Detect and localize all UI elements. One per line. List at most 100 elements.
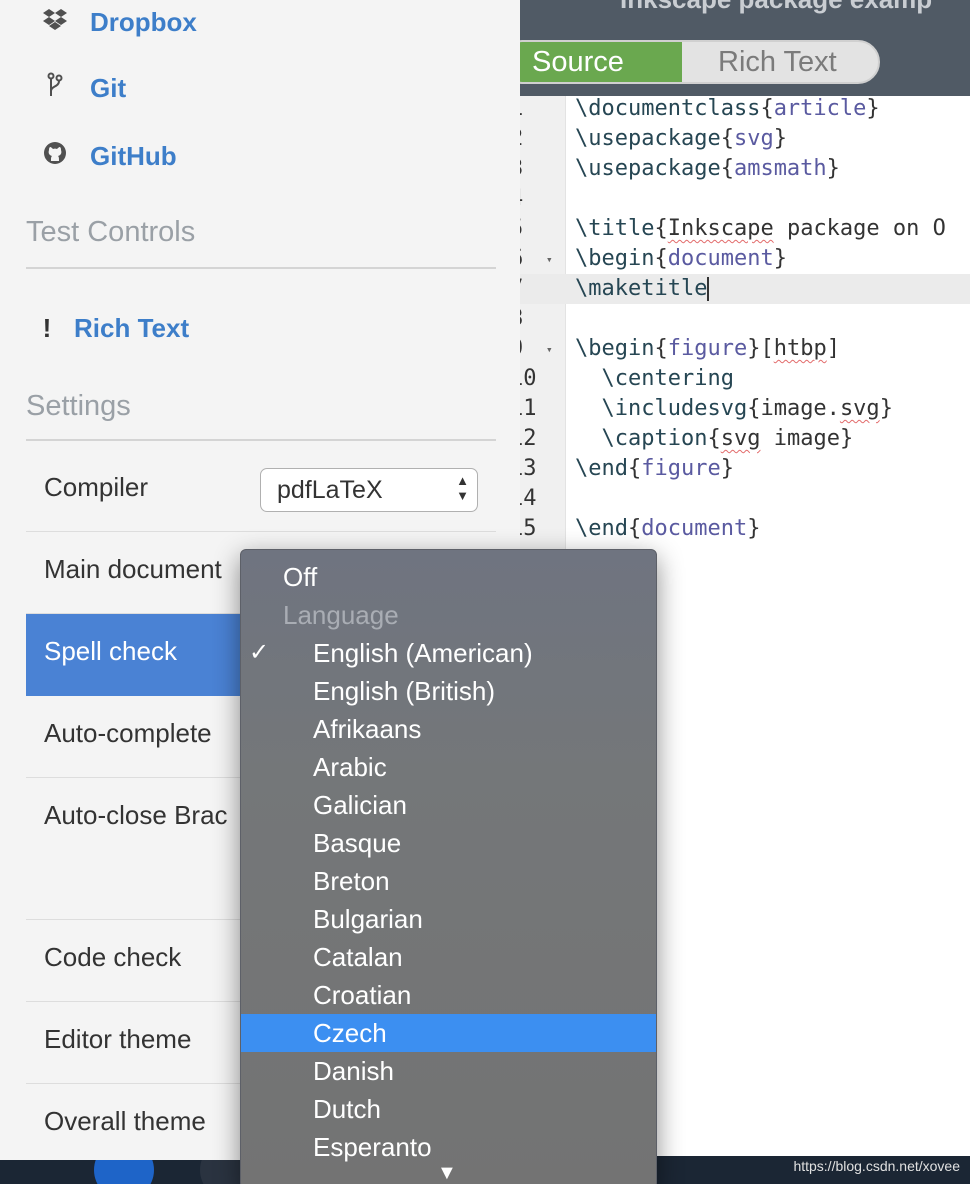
settings-heading: Settings — [26, 390, 131, 422]
code-line[interactable]: 15 \end{document} — [500, 514, 970, 544]
scroll-down-arrow-icon[interactable]: ▼ — [437, 1162, 457, 1184]
sidebar-item-git[interactable]: Git — [40, 66, 126, 110]
code-line[interactable]: 11 \includesvg{image.svg} — [500, 394, 970, 424]
fold-arrow-icon[interactable]: ▾ — [546, 245, 553, 274]
sidebar-item-github[interactable]: GitHub — [40, 134, 177, 178]
menu-item-label: Czech — [313, 1018, 387, 1048]
menu-group-label: Language — [283, 600, 399, 630]
menu-item-language[interactable]: Bulgarian — [241, 900, 656, 938]
menu-item-label: English (American) — [313, 638, 533, 668]
code-text: package on O — [773, 216, 946, 241]
misspelled-word[interactable]: Inkscape — [668, 216, 774, 241]
menu-item-off[interactable]: Off — [241, 558, 656, 596]
compiler-select-value: pdfLaTeX — [277, 476, 383, 504]
menu-item-label: English (British) — [313, 676, 496, 706]
menu-item-label: Esperanto — [313, 1132, 432, 1162]
menu-item-label: Dutch — [313, 1094, 381, 1124]
latex-command: \end — [575, 456, 628, 481]
dropbox-icon — [40, 8, 70, 36]
section-divider — [26, 439, 496, 441]
latex-argument: figure — [667, 336, 748, 361]
menu-item-label: Galician — [313, 790, 407, 820]
menu-item-label: Breton — [313, 866, 390, 896]
fold-arrow-icon[interactable]: ▾ — [546, 335, 553, 364]
code-line[interactable]: 3 \usepackage{amsmath} — [500, 154, 970, 184]
latex-command: \usepackage — [575, 126, 721, 151]
misspelled-word[interactable]: svg — [840, 396, 880, 421]
latex-command: \begin — [575, 246, 655, 271]
rich-text-mode-button[interactable]: Rich Text — [682, 42, 878, 82]
setting-label: Compiler — [44, 472, 149, 502]
latex-command: \usepackage — [575, 156, 721, 181]
code-text: image — [760, 426, 840, 451]
code-line[interactable]: 9 ▾ \begin{figure}[htbp] — [500, 334, 970, 364]
code-line[interactable]: 10 \centering — [500, 364, 970, 394]
menu-item-language[interactable]: Breton — [241, 862, 656, 900]
menu-item-label: Off — [283, 562, 318, 592]
menu-item-language[interactable]: Galician — [241, 786, 656, 824]
menu-item-label: Afrikaans — [313, 714, 422, 744]
code-line[interactable]: 6 ▾ \begin{document} — [500, 244, 970, 274]
document-title: Inkscape package examp — [620, 0, 970, 15]
menu-group-header: Language — [241, 596, 656, 634]
menu-item-label: Catalan — [313, 942, 403, 972]
misspelled-word[interactable]: htbp — [774, 336, 827, 361]
menu-item-label: Bulgarian — [313, 904, 423, 934]
latex-command: \caption — [601, 426, 708, 451]
spell-check-dropdown[interactable]: Off Language ✓ English (American) Englis… — [240, 549, 657, 1184]
setting-label: Code check — [44, 942, 182, 972]
code-line[interactable]: 5 \title{Inkscape package on O — [500, 214, 970, 244]
menu-item-language[interactable]: ✓ English (American) — [241, 634, 656, 672]
menu-item-language-highlighted[interactable]: Czech — [241, 1014, 656, 1052]
menu-item-language[interactable]: English (British) — [241, 672, 656, 710]
menu-item-language[interactable]: Croatian — [241, 976, 656, 1014]
menu-item-language[interactable]: Arabic — [241, 748, 656, 786]
latex-command: \maketitle — [575, 276, 708, 301]
source-mode-button[interactable]: Source — [502, 42, 682, 82]
menu-item-language[interactable]: Afrikaans — [241, 710, 656, 748]
section-divider — [26, 267, 496, 269]
latex-command: \begin — [575, 336, 655, 361]
test-controls-heading: Test Controls — [26, 216, 196, 248]
code-line[interactable]: 1 \documentclass{article} — [500, 94, 970, 124]
github-icon — [40, 141, 70, 171]
latex-argument: amsmath — [733, 156, 827, 181]
code-line[interactable]: 12 \caption{svg image} — [500, 424, 970, 454]
menu-item-language[interactable]: Dutch — [241, 1090, 656, 1128]
setting-label: Auto-close Brac — [44, 800, 228, 830]
latex-command: \documentclass — [575, 96, 761, 121]
sidebar-item-label: Dropbox — [90, 6, 197, 37]
menu-item-label: Basque — [313, 828, 402, 858]
latex-command: \includesvg — [601, 396, 748, 421]
sidebar-item-label: GitHub — [90, 140, 177, 171]
menu-item-language[interactable]: Basque — [241, 824, 656, 862]
checkmark-icon: ✓ — [249, 639, 270, 666]
menu-item-label: Danish — [313, 1056, 394, 1086]
code-line[interactable]: 2 \usepackage{svg} — [500, 124, 970, 154]
compiler-select[interactable]: pdfLaTeX ▲ ▼ — [260, 468, 478, 512]
code-line[interactable]: 13 \end{figure} — [500, 454, 970, 484]
code-line[interactable]: 14 — [500, 484, 970, 514]
misspelled-word[interactable]: svg — [721, 426, 761, 451]
code-line[interactable]: 8 — [500, 304, 970, 334]
setting-label: Editor theme — [44, 1024, 192, 1054]
menu-item-language[interactable]: Catalan — [241, 938, 656, 976]
code-line[interactable]: 4 — [500, 184, 970, 214]
menu-item-language[interactable]: Esperanto — [241, 1128, 656, 1166]
text-cursor — [707, 277, 710, 301]
sidebar-item-rich-text[interactable]: ! Rich Text — [40, 306, 189, 350]
latex-argument: figure — [641, 456, 721, 481]
sidebar-item-label: Rich Text — [74, 312, 190, 343]
menu-item-language[interactable]: Danish — [241, 1052, 656, 1090]
updown-arrows-icon: ▲ ▼ — [456, 473, 469, 503]
latex-argument: document — [641, 516, 748, 541]
setting-label: Auto-complete — [44, 718, 212, 748]
sidebar-item-dropbox[interactable]: Dropbox — [40, 0, 197, 44]
editor-mode-toggle[interactable]: Source Rich Text — [500, 40, 880, 84]
latex-command: \centering — [601, 366, 734, 391]
code-line-active[interactable]: 7 \maketitle — [500, 274, 970, 304]
menu-item-label: Arabic — [313, 752, 387, 782]
exclamation-icon: ! — [42, 312, 52, 343]
menu-item-label: Croatian — [313, 980, 412, 1010]
sidebar-item-label: Git — [90, 72, 127, 103]
